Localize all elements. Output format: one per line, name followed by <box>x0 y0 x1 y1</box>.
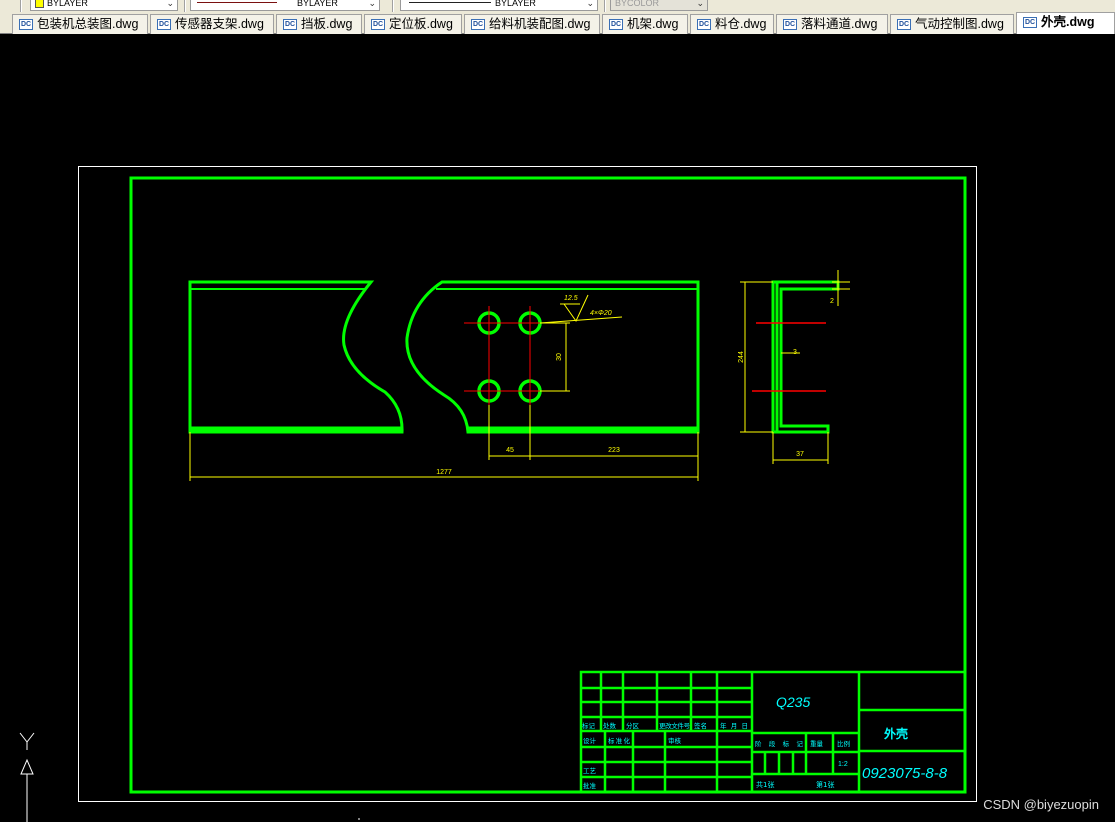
chevron-down-icon: ⌄ <box>586 0 594 8</box>
drawing-number: 0923075-8-8 <box>862 765 948 782</box>
svg-text:审核: 审核 <box>668 736 682 745</box>
dim-side-small: 3 <box>793 349 797 356</box>
svg-text:阶段标记: 阶段标记 <box>755 739 804 748</box>
svg-text:工艺: 工艺 <box>583 767 597 775</box>
lineweight-preview-icon <box>409 2 491 3</box>
tab-落料通道[interactable]: DC 落料通道.dwg <box>776 14 888 34</box>
sheet-index: 第1张 <box>816 780 834 789</box>
svg-text:分区: 分区 <box>626 721 640 730</box>
color-swatch-icon <box>35 0 44 8</box>
drawing-frame <box>129 176 967 794</box>
tab-定位板[interactable]: DC 定位板.dwg <box>364 14 462 34</box>
svg-text:标准化: 标准化 <box>608 736 631 745</box>
tab-气动控制图[interactable]: DC 气动控制图.dwg <box>890 14 1014 34</box>
dim-side-width: 37 <box>796 451 804 458</box>
dwg-file-icon: DC <box>1023 17 1037 28</box>
scale-value: 1:2 <box>838 761 848 768</box>
lineweight-dropdown-value: BYLAYER <box>495 0 536 8</box>
svg-text:处数: 处数 <box>603 721 617 730</box>
plotstyle-dropdown-value: BYCOLOR <box>615 0 660 8</box>
toolbar-separator <box>604 0 606 12</box>
dwg-file-icon: DC <box>19 19 33 30</box>
dim-flange: 2 <box>830 298 834 305</box>
material-value: Q235 <box>776 694 810 710</box>
dwg-file-icon: DC <box>471 19 485 30</box>
dim-hole-spacing: 45 <box>506 447 514 454</box>
color-dropdown[interactable]: BYLAYER ⌄ <box>30 0 178 11</box>
tab-挡板[interactable]: DC 挡板.dwg <box>276 14 362 34</box>
linetype-dropdown[interactable]: BYLAYER ⌄ <box>190 0 380 11</box>
roughness-value: 12.5 <box>564 295 578 302</box>
tab-料仓[interactable]: DC 料仓.dwg <box>690 14 774 34</box>
front-view <box>188 280 700 434</box>
chevron-down-icon: ⌄ <box>368 0 376 8</box>
dwg-file-icon: DC <box>371 19 385 30</box>
tab-外壳[interactable]: DC 外壳.dwg <box>1016 12 1115 34</box>
dwg-file-icon: DC <box>157 19 171 30</box>
toolbar-separator <box>392 0 394 12</box>
toolbar-separator <box>184 0 186 12</box>
dwg-file-icon: DC <box>897 19 911 30</box>
side-view <box>771 280 840 434</box>
part-name: 外壳 <box>884 726 908 741</box>
svg-text:签名: 签名 <box>694 721 707 730</box>
hole-callout: 4×Φ20 <box>590 310 612 317</box>
svg-text:设计: 设计 <box>583 736 597 745</box>
dwg-file-icon: DC <box>283 19 297 30</box>
plotstyle-dropdown[interactable]: BYCOLOR ⌄ <box>610 0 708 11</box>
tab-机架[interactable]: DC 机架.dwg <box>602 14 688 34</box>
dim-overall-length: 1277 <box>436 469 452 476</box>
linetype-dropdown-value: BYLAYER <box>297 0 338 8</box>
paper-boundary <box>78 166 977 802</box>
svg-text:年月日: 年月日 <box>720 721 748 730</box>
linetype-preview-icon <box>197 2 277 3</box>
title-block-right-labels: 阶段标记 重量 比例 <box>755 739 850 748</box>
document-tabbar: DC 包装机总装图.dwg DC 传感器支架.dwg DC 挡板.dwg DC 定位板.… <box>0 12 1115 34</box>
ucs-icon <box>19 732 35 822</box>
toolbar-separator <box>20 0 22 12</box>
tab-给料机装配图[interactable]: DC 给料机装配图.dwg <box>464 14 600 34</box>
dim-right-offset: 223 <box>608 447 620 454</box>
dimension-lines <box>189 294 699 481</box>
title-block-head-labels: 标记 处数 分区 更改文件号 签名 年月日 <box>582 721 748 730</box>
dwg-file-icon: DC <box>609 19 623 30</box>
lineweight-dropdown[interactable]: BYLAYER ⌄ <box>400 0 598 11</box>
dim-side-height: 244 <box>738 351 745 363</box>
chevron-down-icon: ⌄ <box>696 0 704 8</box>
dwg-file-icon: DC <box>783 19 797 30</box>
dwg-file-icon: DC <box>697 19 711 30</box>
svg-text:批准: 批准 <box>583 781 597 790</box>
dim-hole-vertical: 30 <box>556 353 563 361</box>
chevron-down-icon: ⌄ <box>166 0 174 8</box>
color-dropdown-value: BYLAYER <box>47 0 88 8</box>
drawing-canvas[interactable]: 1277 45 223 30 12.5 4×Φ20 244 37 3 2 标记 … <box>0 34 1115 822</box>
watermark: CSDN @biyezuopin <box>983 797 1099 812</box>
svg-text:比例: 比例 <box>837 739 850 748</box>
side-center-lines <box>752 322 826 392</box>
svg-text:标记: 标记 <box>582 721 596 730</box>
sheet-total: 共1张 <box>756 780 774 789</box>
tab-传感器支架[interactable]: DC 传感器支架.dwg <box>150 14 274 34</box>
properties-toolbar: BYLAYER ⌄ BYLAYER ⌄ BYLAYER ⌄ BYCOLOR ⌄ <box>0 0 1115 12</box>
tab-包装机总装图[interactable]: DC 包装机总装图.dwg <box>12 14 148 34</box>
svg-text:更改文件号: 更改文件号 <box>659 721 691 730</box>
svg-text:重量: 重量 <box>810 740 824 748</box>
